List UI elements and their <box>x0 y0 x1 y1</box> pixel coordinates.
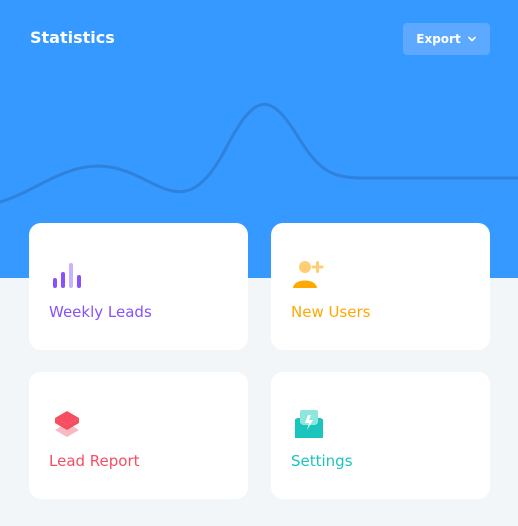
statistics-wave-chart <box>0 103 518 220</box>
lead-report-card[interactable]: Lead Report <box>29 372 248 499</box>
mail-opened-icon <box>295 410 323 438</box>
new-users-card[interactable]: New Users <box>271 223 490 350</box>
weekly-leads-label: Weekly Leads <box>49 303 152 321</box>
widget-title: Statistics <box>30 28 115 47</box>
settings-label: Settings <box>291 452 353 470</box>
weekly-leads-card[interactable]: Weekly Leads <box>29 223 248 350</box>
settings-card[interactable]: Settings <box>271 372 490 499</box>
bar-chart-icon <box>53 263 81 288</box>
export-label: Export <box>416 32 461 46</box>
lead-report-label: Lead Report <box>49 452 140 470</box>
chevron-down-icon <box>467 36 476 42</box>
statistics-widget: Statistics Export Weekly Leads New Users… <box>0 0 518 526</box>
export-button[interactable]: Export <box>403 23 490 55</box>
layers-icon <box>55 411 79 437</box>
new-users-label: New Users <box>291 303 371 321</box>
add-user-icon <box>293 261 324 288</box>
